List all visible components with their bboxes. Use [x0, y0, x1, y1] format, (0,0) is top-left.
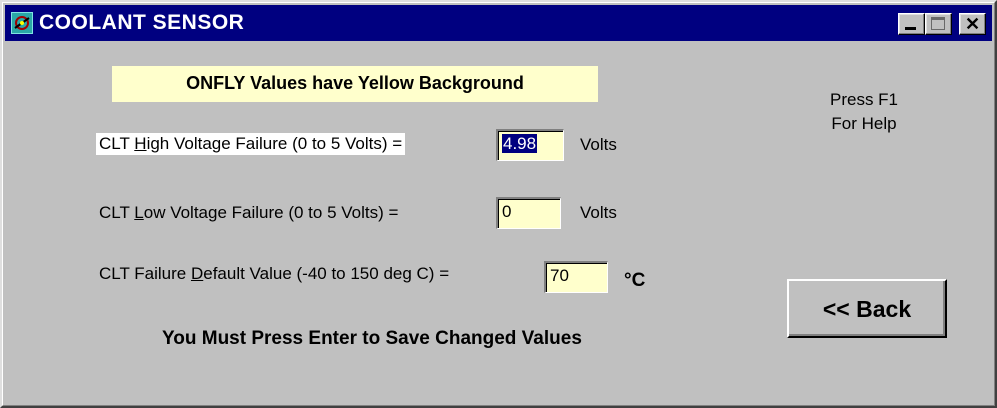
default-value-label-pre: CLT Failure	[99, 264, 191, 283]
default-value-label: CLT Failure Default Value (-40 to 150 de…	[99, 264, 449, 284]
maximize-icon	[931, 17, 945, 30]
maximize-button[interactable]	[925, 13, 952, 35]
minimize-icon	[905, 27, 916, 30]
onfly-banner: ONFLY Values have Yellow Background	[112, 66, 598, 102]
low-voltage-unit: Volts	[580, 203, 617, 222]
close-icon: ✕	[964, 14, 981, 34]
high-voltage-value[interactable]: 4.98	[502, 134, 538, 153]
help-line-2: For Help	[831, 114, 897, 133]
low-voltage-label-key: L	[134, 203, 144, 222]
close-button[interactable]: ✕	[959, 13, 986, 35]
high-voltage-unit: Volts	[580, 135, 617, 154]
default-value-value[interactable]: 70	[550, 266, 569, 285]
help-hint: Press F1 For Help	[814, 88, 914, 136]
default-value-input[interactable]: 70	[544, 261, 608, 293]
title-bar[interactable]: COOLANT SENSOR ✕	[5, 5, 992, 41]
save-instruction: You Must Press Enter to Save Changed Val…	[162, 328, 582, 349]
low-voltage-label-post: ow Voltage Failure (0 to 5 Volts) =	[143, 203, 399, 222]
low-voltage-input[interactable]: 0	[496, 197, 561, 229]
minimize-button[interactable]	[898, 13, 925, 35]
low-voltage-value[interactable]: 0	[502, 202, 511, 221]
high-voltage-label-pre: CLT	[99, 134, 135, 153]
low-voltage-label-pre: CLT	[99, 203, 135, 222]
high-voltage-label: CLT High Voltage Failure (0 to 5 Volts) …	[96, 133, 406, 155]
window-title: COOLANT SENSOR	[39, 11, 245, 34]
app-icon[interactable]	[11, 12, 33, 34]
help-line-1: Press F1	[829, 90, 899, 109]
default-value-label-post: efault Value (-40 to 150 deg C) =	[203, 264, 450, 283]
default-value-label-key: D	[190, 264, 204, 283]
back-button[interactable]: << Back	[787, 279, 947, 338]
coolant-sensor-window: COOLANT SENSOR ✕ ONFLY Values have Yello…	[0, 0, 997, 408]
high-voltage-input[interactable]: 4.98	[496, 129, 564, 161]
low-voltage-label: CLT Low Voltage Failure (0 to 5 Volts) =	[99, 203, 398, 223]
default-value-unit: °C	[624, 270, 646, 291]
high-voltage-label-key: H	[134, 134, 147, 153]
high-voltage-label-post: igh Voltage Failure (0 to 5 Volts) =	[146, 134, 403, 153]
